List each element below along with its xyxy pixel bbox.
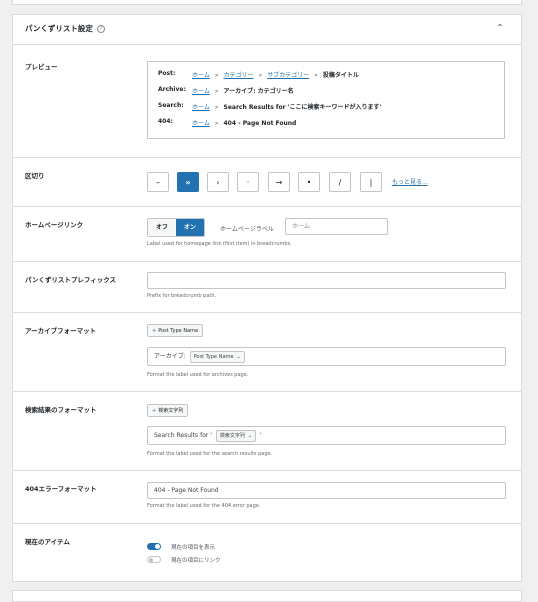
search-format-suffix: ': [259, 432, 262, 439]
switch-knob: [155, 544, 160, 549]
search-format-description: Format the label used for the search res…: [147, 451, 273, 457]
chevron-down-icon: ⌄: [247, 432, 253, 439]
homepage-link-label: ホームページリンク: [25, 221, 84, 229]
toggle-on-button[interactable]: オン: [176, 219, 204, 236]
separator-option-button[interactable]: •: [298, 172, 320, 192]
archive-format-prefix: アーカイブ:: [154, 353, 186, 360]
preview-line-path: ホーム » カテゴリー » サブカテゴリー » 投稿タイトル: [192, 70, 359, 79]
separator-row: 区切り –» › · → • / | もっと見る...: [13, 158, 521, 207]
preview-breadcrumb-current: 404 - Page Not Found: [223, 120, 297, 127]
chevron-up-icon[interactable]: ⌃: [494, 22, 506, 34]
previous-panel-edge: [12, 0, 522, 5]
preview-breadcrumb-link[interactable]: ホーム: [192, 104, 210, 111]
preview-line-path: ホーム » アーカイブ: カテゴリー名: [192, 86, 294, 95]
separator-option-button[interactable]: –: [147, 172, 169, 192]
prefix-row: パンくずリストプレフィックス Prefix for breadcrumb pat…: [13, 262, 521, 313]
breadcrumb-separator: »: [214, 104, 219, 111]
current-item-label: 現在のアイテム: [25, 538, 70, 546]
preview-label: プレビュー: [25, 63, 58, 71]
panel-title: パンくずリスト設定: [25, 24, 93, 33]
separator-option-button[interactable]: »: [177, 172, 199, 192]
prefix-label: パンくずリストプレフィックス: [25, 276, 116, 284]
homepage-label-caption: ホームページラベル: [220, 226, 274, 233]
preview-breadcrumb-link[interactable]: ホーム: [192, 88, 210, 95]
more-separators-link[interactable]: もっと見る...: [392, 177, 428, 186]
toggle-off-button[interactable]: オフ: [148, 219, 176, 236]
plus-icon: +: [152, 408, 157, 414]
preview-row: プレビュー Post: ホーム » カテゴリー » サブカテゴリー » 投稿タイトル Archi…: [13, 45, 521, 158]
homepage-link-row: ホームページリンク オフ オン ホームページラベル ホーム Label used…: [13, 207, 521, 262]
preview-breadcrumb-link[interactable]: ホーム: [192, 120, 210, 127]
error-format-value: 404 - Page Not Found: [154, 487, 219, 494]
archive-format-description: Format the label used for archives page.: [147, 372, 249, 378]
link-current-item-label: 現在の項目にリンク: [171, 558, 221, 564]
homepage-link-description: Label used for homepage link (first item…: [147, 241, 292, 247]
preview-line-label: Post:: [158, 70, 176, 77]
breadcrumb-separator: »: [214, 72, 219, 79]
insert-search-term-button[interactable]: + 検索文字列: [147, 404, 189, 417]
separator-option-button[interactable]: /: [329, 172, 351, 192]
breadcrumb-separator: »: [214, 120, 219, 127]
help-circle-icon[interactable]: ?: [97, 25, 105, 33]
preview-breadcrumb-current: Search Results for 'ここに検索キーワードが入ります': [223, 104, 382, 111]
search-format-input[interactable]: Search Results for ' 検索文字列 ⌄ ': [147, 426, 506, 445]
archive-format-row: アーカイブフォーマット + Post Type Name アーカイブ: Post …: [13, 313, 521, 392]
separator-option-button[interactable]: |: [360, 172, 382, 192]
archive-format-label: アーカイブフォーマット: [25, 327, 97, 335]
prefix-input[interactable]: [147, 272, 506, 289]
prefix-description: Prefix for breadcrumb path.: [147, 293, 217, 299]
search-format-label: 検索結果のフォーマット: [25, 406, 97, 414]
preview-breadcrumb-link[interactable]: サブカテゴリー: [267, 72, 309, 79]
homepage-link-toggle: オフ オン: [147, 218, 205, 237]
current-item-row: 現在のアイテム 現在の項目を表示 現在の項目にリンク: [13, 524, 521, 580]
preview-line-label: Archive:: [158, 86, 186, 93]
breadcrumb-separator: »: [258, 72, 263, 79]
preview-breadcrumb-link[interactable]: ホーム: [192, 72, 210, 79]
search-format-row: 検索結果のフォーマット + 検索文字列 Search Results for ' …: [13, 392, 521, 471]
separator-option-button[interactable]: ·: [237, 172, 259, 192]
post-type-name-select[interactable]: Post Type Name ⌄: [189, 350, 245, 363]
breadcrumb-separator: »: [214, 88, 219, 95]
separator-option-button[interactable]: →: [268, 172, 290, 192]
archive-format-input[interactable]: アーカイブ: Post Type Name ⌄: [147, 347, 506, 366]
error-format-description: Format the label used for the 404 error …: [147, 503, 261, 509]
preview-line-path: ホーム » Search Results for 'ここに検索キーワードが入ります': [192, 102, 381, 111]
breadcrumb-separator: »: [314, 72, 318, 79]
preview-breadcrumb-link[interactable]: カテゴリー: [224, 72, 254, 79]
error-format-label: 404エラーフォーマット: [25, 485, 97, 493]
separator-option-button[interactable]: ›: [207, 172, 229, 192]
switch-knob: [149, 558, 153, 562]
preview-breadcrumb-current: 投稿タイトル: [322, 72, 359, 79]
search-format-prefix: Search Results for ': [154, 432, 212, 439]
breadcrumb-settings-panel: パンくずリスト設定 ? ⌃ プレビュー Post: ホーム » カテゴリー » サブカテゴ…: [12, 14, 522, 582]
preview-line-label: Search:: [158, 102, 184, 109]
preview-breadcrumb-current: アーカイブ: カテゴリー名: [223, 88, 294, 95]
link-current-item-switch[interactable]: [147, 556, 161, 563]
error-format-input[interactable]: 404 - Page Not Found: [147, 482, 506, 499]
show-current-item-switch[interactable]: [147, 543, 161, 550]
chevron-down-icon: ⌄: [236, 353, 241, 360]
preview-line-path: ホーム » 404 - Page Not Found: [192, 118, 296, 127]
show-current-item-label: 現在の項目を表示: [171, 545, 216, 551]
search-term-select[interactable]: 検索文字列 ⌄: [215, 429, 257, 442]
preview-box: Post: ホーム » カテゴリー » サブカテゴリー » 投稿タイトル Archive: ホーム…: [147, 61, 505, 139]
plus-icon: +: [152, 328, 157, 334]
error-format-row: 404エラーフォーマット 404 - Page Not Found Format…: [13, 471, 521, 524]
homepage-label-placeholder: ホーム: [292, 223, 310, 230]
preview-line-label: 404:: [158, 118, 173, 125]
insert-post-type-name-button[interactable]: + Post Type Name: [147, 324, 204, 337]
panel-header[interactable]: パンくずリスト設定 ? ⌃: [13, 15, 521, 45]
next-panel-edge: [12, 590, 522, 602]
homepage-label-input[interactable]: ホーム: [285, 218, 388, 235]
separator-label: 区切り: [25, 172, 45, 180]
